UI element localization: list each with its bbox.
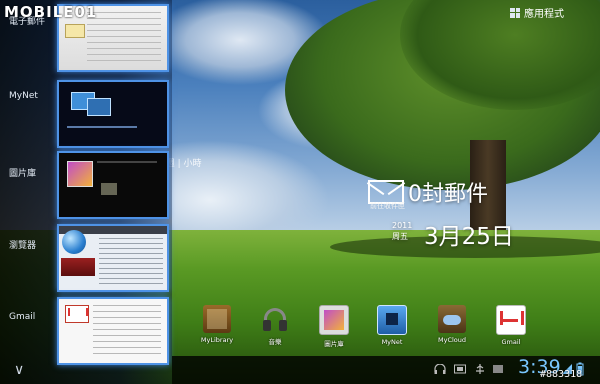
dock-app-mylibrary[interactable]: MyLibrary	[190, 305, 244, 344]
watermark: MOBILE01	[4, 3, 98, 21]
screenshot-icon[interactable]	[454, 364, 466, 374]
progress-bar	[67, 126, 137, 128]
dock-app-label: MyCloud	[437, 336, 467, 344]
dock-app-label: MyNet	[381, 338, 403, 346]
date-year: 2011	[392, 221, 413, 230]
all-apps-button[interactable]: 應用程式	[510, 5, 564, 20]
divider	[97, 161, 157, 163]
headset-icon[interactable]	[434, 364, 446, 374]
recent-app-label: 瀏覽器	[9, 241, 37, 251]
usb-icon	[476, 364, 484, 374]
recent-apps-panel: 電子郵件 MyNet 圖片庫 瀏覽器 Gmail ∨	[0, 0, 172, 384]
gallery-icon	[319, 305, 349, 335]
inbox-link[interactable]: 前往收件匣	[370, 201, 405, 211]
email-list-lines	[87, 12, 161, 62]
dock-app-label: Gmail	[501, 338, 521, 346]
recent-thumb-mynet[interactable]	[57, 80, 169, 148]
dock-app-mynet[interactable]: MyNet	[365, 305, 419, 346]
post-id-watermark: #883318	[540, 369, 583, 380]
system-bar: 3:39	[172, 356, 600, 384]
page-text-lines	[99, 238, 163, 284]
gmail-icon	[496, 305, 526, 335]
notification-icon[interactable]	[492, 364, 504, 374]
dock-app-label: MyLibrary	[200, 336, 234, 344]
globe-icon	[62, 230, 86, 254]
all-apps-label: 應用程式	[524, 9, 564, 20]
page-image	[61, 258, 95, 276]
photo-icon	[67, 161, 93, 187]
mail-count: 0封郵件	[408, 182, 488, 207]
dock-app-label: 圖片庫	[324, 340, 344, 348]
date-weekday: 周五	[392, 232, 408, 241]
mail-list-lines	[93, 305, 161, 357]
library-icon	[203, 305, 231, 333]
recent-app-label: 圖片庫	[9, 169, 37, 179]
photo-thumb	[101, 183, 117, 195]
recent-thumb-gmail[interactable]	[57, 297, 169, 365]
screen-icon	[87, 98, 111, 116]
chevron-down-icon[interactable]: ∨	[14, 362, 24, 378]
cloud-icon	[438, 305, 466, 333]
recent-thumb-gallery[interactable]	[57, 151, 169, 219]
app-dock: MyLibrary 音樂 圖片庫 MyNet MyCloud Gmail	[190, 305, 540, 355]
dock-app-mycloud[interactable]: MyCloud	[425, 305, 479, 344]
envelope-icon	[65, 24, 85, 38]
date-year-weekday: 2011 周五	[392, 220, 426, 242]
dock-app-gmail[interactable]: Gmail	[484, 305, 538, 346]
gmail-icon	[65, 305, 89, 323]
recent-thumb-browser[interactable]	[57, 224, 169, 292]
mynet-icon	[377, 305, 407, 335]
grid-icon	[510, 7, 520, 18]
recent-app-label: MyNet	[9, 91, 38, 101]
music-icon	[261, 305, 289, 333]
recent-app-label: Gmail	[9, 312, 36, 322]
date-main: 3月25日	[424, 224, 514, 250]
dock-app-music[interactable]: 音樂	[248, 305, 302, 346]
dock-app-label: 音樂	[268, 338, 282, 346]
dock-app-gallery[interactable]: 圖片庫	[307, 305, 361, 348]
screen: 2週 | 小時 電子郵件 MyNet 圖片庫 瀏覽器 Gmail ∨ MOBIL…	[0, 0, 600, 384]
